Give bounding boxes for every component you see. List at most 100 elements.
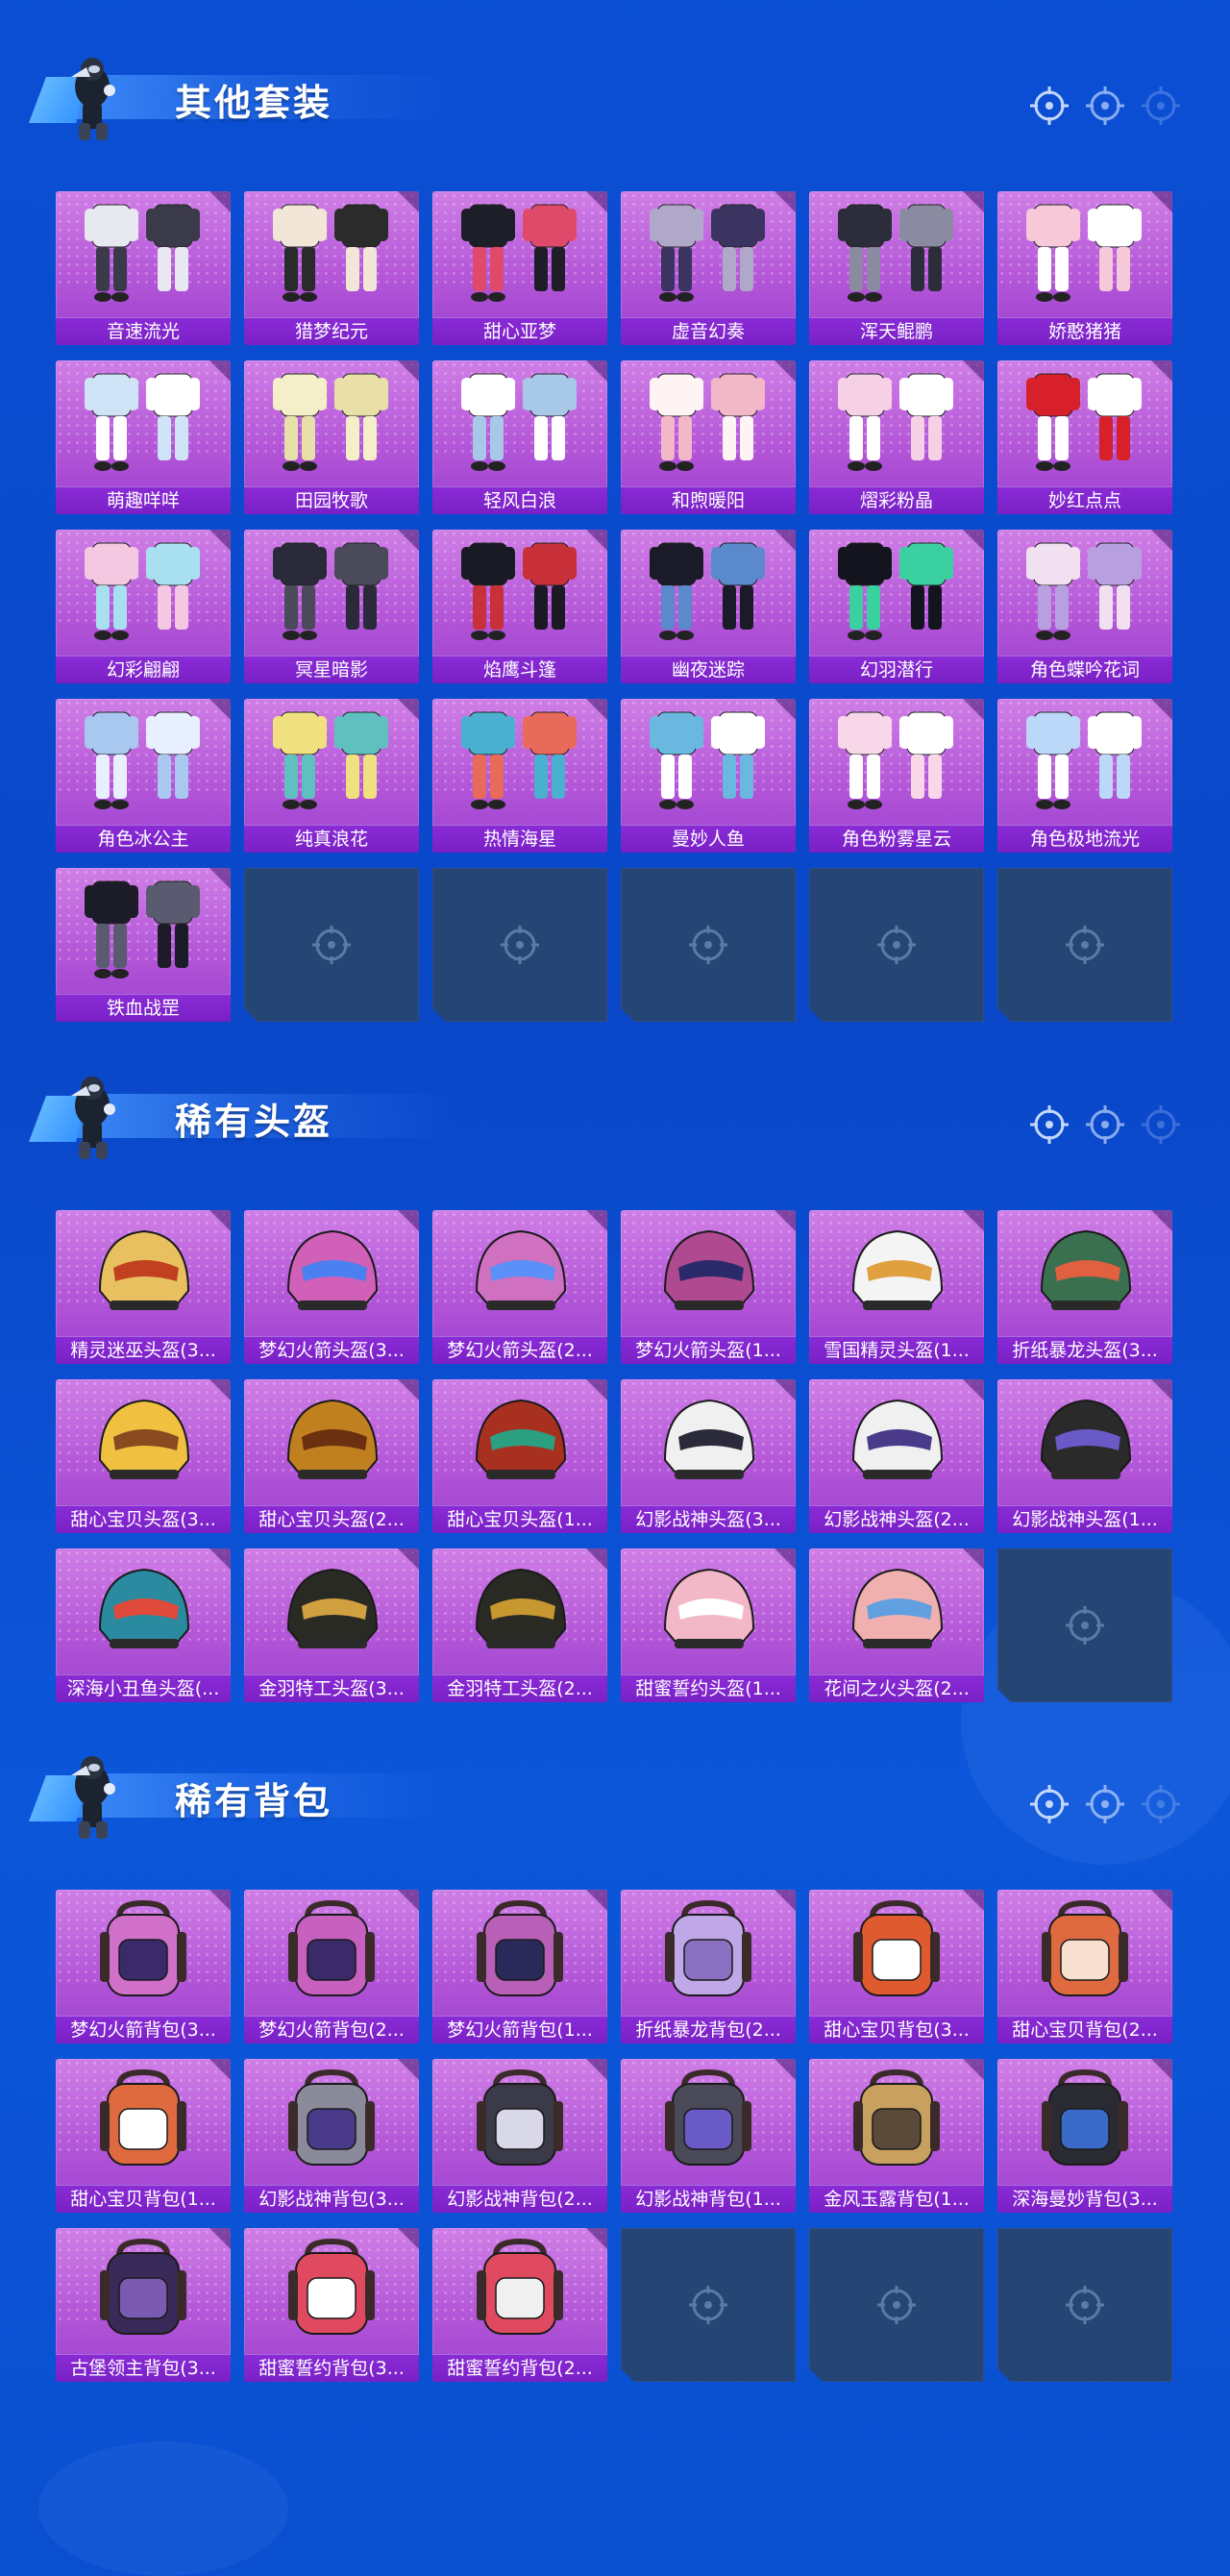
outfit-card[interactable]: 角色粉雾星云 (809, 699, 984, 853)
empty-slot (997, 2228, 1172, 2382)
item-name: 梦幻火箭头盔(3... (244, 1336, 419, 1364)
backpack-image (448, 2232, 592, 2347)
helmet-card[interactable]: 雪国精灵头盔(1... (809, 1210, 984, 1364)
item-name: 田园牧歌 (244, 486, 419, 514)
item-name: 梦幻火箭背包(3... (56, 2016, 231, 2043)
backpack-card[interactable]: 梦幻火箭背包(2... (244, 1890, 419, 2043)
backpack-card[interactable]: 金风玉露背包(1... (809, 2059, 984, 2213)
outfit-card[interactable]: 音速流光 (56, 191, 231, 345)
outfit-card[interactable]: 田园牧歌 (244, 360, 419, 514)
helmet-card[interactable]: 折纸暴龙头盔(3... (997, 1210, 1172, 1364)
backpack-card[interactable]: 深海曼妙背包(3... (997, 2059, 1172, 2213)
item-name: 甜心宝贝背包(1... (56, 2185, 231, 2213)
item-name: 金羽特工头盔(3... (244, 1674, 419, 1702)
outfit-image (448, 364, 592, 480)
outfit-image (824, 364, 969, 480)
outfit-card[interactable]: 焰鹰斗篷 (432, 530, 607, 683)
helmet-card[interactable]: 甜心宝贝头盔(1... (432, 1379, 607, 1533)
outfit-card[interactable]: 娇憨猪猪 (997, 191, 1172, 345)
backpack-card[interactable]: 甜心宝贝背包(3... (809, 1890, 984, 2043)
backpack-image (1013, 1894, 1157, 2009)
item-name: 轻风白浪 (432, 486, 607, 514)
outfit-image (259, 703, 404, 818)
outfit-grid: 音速流光 猎梦纪元 甜心亚梦 虚音幻奏 浑天鲲鹏 娇憨猪猪 萌趣咩咩 田园牧歌 … (56, 191, 1172, 1037)
outfit-image (71, 364, 215, 480)
outfit-card[interactable]: 熠彩粉晶 (809, 360, 984, 514)
outfit-card[interactable]: 纯真浪花 (244, 699, 419, 853)
backpack-card[interactable]: 折纸暴龙背包(2... (621, 1890, 796, 2043)
helmet-image (636, 1214, 780, 1329)
outfit-image (824, 703, 969, 818)
crosshair-icon (497, 922, 543, 968)
crosshair-icon (1140, 1783, 1182, 1825)
helmet-card[interactable]: 甜蜜誓约头盔(1... (621, 1548, 796, 1702)
helmet-card[interactable]: 甜心宝贝头盔(2... (244, 1379, 419, 1533)
backpack-card[interactable]: 甜蜜誓约背包(2... (432, 2228, 607, 2382)
helmet-card[interactable]: 精灵迷巫头盔(3... (56, 1210, 231, 1364)
outfit-card[interactable]: 浑天鲲鹏 (809, 191, 984, 345)
outfit-card[interactable]: 角色蝶吟花词 (997, 530, 1172, 683)
outfit-card[interactable]: 妙红点点 (997, 360, 1172, 514)
outfit-card[interactable]: 冥星暗影 (244, 530, 419, 683)
item-name: 幻影战神背包(2... (432, 2185, 607, 2213)
outfit-image (448, 533, 592, 649)
item-name: 角色冰公主 (56, 825, 231, 853)
outfit-card[interactable]: 曼妙人鱼 (621, 699, 796, 853)
helmet-image (259, 1214, 404, 1329)
mascot-icon (58, 1746, 119, 1843)
backpack-card[interactable]: 梦幻火箭背包(1... (432, 1890, 607, 2043)
helmet-card[interactable]: 幻影战神头盔(2... (809, 1379, 984, 1533)
empty-slot (809, 2228, 984, 2382)
item-name: 冥星暗影 (244, 656, 419, 683)
outfit-card[interactable]: 角色极地流光 (997, 699, 1172, 853)
backpack-card[interactable]: 幻影战神背包(3... (244, 2059, 419, 2213)
helmet-card[interactable]: 花间之火头盔(2... (809, 1548, 984, 1702)
outfit-card[interactable]: 虚音幻奏 (621, 191, 796, 345)
item-name: 金风玉露背包(1... (809, 2185, 984, 2213)
backpack-card[interactable]: 甜心宝贝背包(1... (56, 2059, 231, 2213)
outfit-card[interactable]: 萌趣咩咩 (56, 360, 231, 514)
item-name: 甜心亚梦 (432, 317, 607, 345)
outfit-card[interactable]: 幻羽潜行 (809, 530, 984, 683)
outfit-card[interactable]: 猎梦纪元 (244, 191, 419, 345)
backpack-card[interactable]: 古堡领主背包(3... (56, 2228, 231, 2382)
helmet-card[interactable]: 金羽特工头盔(2... (432, 1548, 607, 1702)
backpack-card[interactable]: 梦幻火箭背包(3... (56, 1890, 231, 2043)
backpack-card[interactable]: 甜心宝贝背包(2... (997, 1890, 1172, 2043)
helmet-card[interactable]: 幻影战神头盔(3... (621, 1379, 796, 1533)
item-name: 幻影战神头盔(1... (997, 1505, 1172, 1533)
helmet-card[interactable]: 幻影战神头盔(1... (997, 1379, 1172, 1533)
helmet-card[interactable]: 梦幻火箭头盔(1... (621, 1210, 796, 1364)
empty-slot (809, 868, 984, 1022)
crosshair-icon (1062, 922, 1108, 968)
outfit-card[interactable]: 轻风白浪 (432, 360, 607, 514)
outfit-card[interactable]: 角色冰公主 (56, 699, 231, 853)
item-name: 音速流光 (56, 317, 231, 345)
outfit-card[interactable]: 和煦暖阳 (621, 360, 796, 514)
helmet-image (259, 1383, 404, 1499)
backpack-image (259, 1894, 404, 2009)
backpack-card[interactable]: 幻影战神背包(1... (621, 2059, 796, 2213)
outfit-card[interactable]: 甜心亚梦 (432, 191, 607, 345)
helmet-card[interactable]: 金羽特工头盔(3... (244, 1548, 419, 1702)
backpack-image (71, 1894, 215, 2009)
helmet-card[interactable]: 梦幻火箭头盔(2... (432, 1210, 607, 1364)
crosshair-icon (1062, 1602, 1108, 1648)
outfit-image (448, 703, 592, 818)
empty-slot (621, 2228, 796, 2382)
outfit-card[interactable]: 铁血战罡 (56, 868, 231, 1022)
backpack-card[interactable]: 幻影战神背包(2... (432, 2059, 607, 2213)
helmet-card[interactable]: 深海小丑鱼头盔(... (56, 1548, 231, 1702)
item-name: 热情海星 (432, 825, 607, 853)
backpack-image (824, 1894, 969, 2009)
outfit-card[interactable]: 幻彩翩翩 (56, 530, 231, 683)
reticle-decoration (1028, 85, 1182, 127)
helmet-image (448, 1383, 592, 1499)
helmet-image (448, 1552, 592, 1668)
helmet-card[interactable]: 梦幻火箭头盔(3... (244, 1210, 419, 1364)
outfit-card[interactable]: 幽夜迷踪 (621, 530, 796, 683)
crosshair-icon (1140, 85, 1182, 127)
helmet-card[interactable]: 甜心宝贝头盔(3... (56, 1379, 231, 1533)
outfit-card[interactable]: 热情海星 (432, 699, 607, 853)
backpack-card[interactable]: 甜蜜誓约背包(3... (244, 2228, 419, 2382)
